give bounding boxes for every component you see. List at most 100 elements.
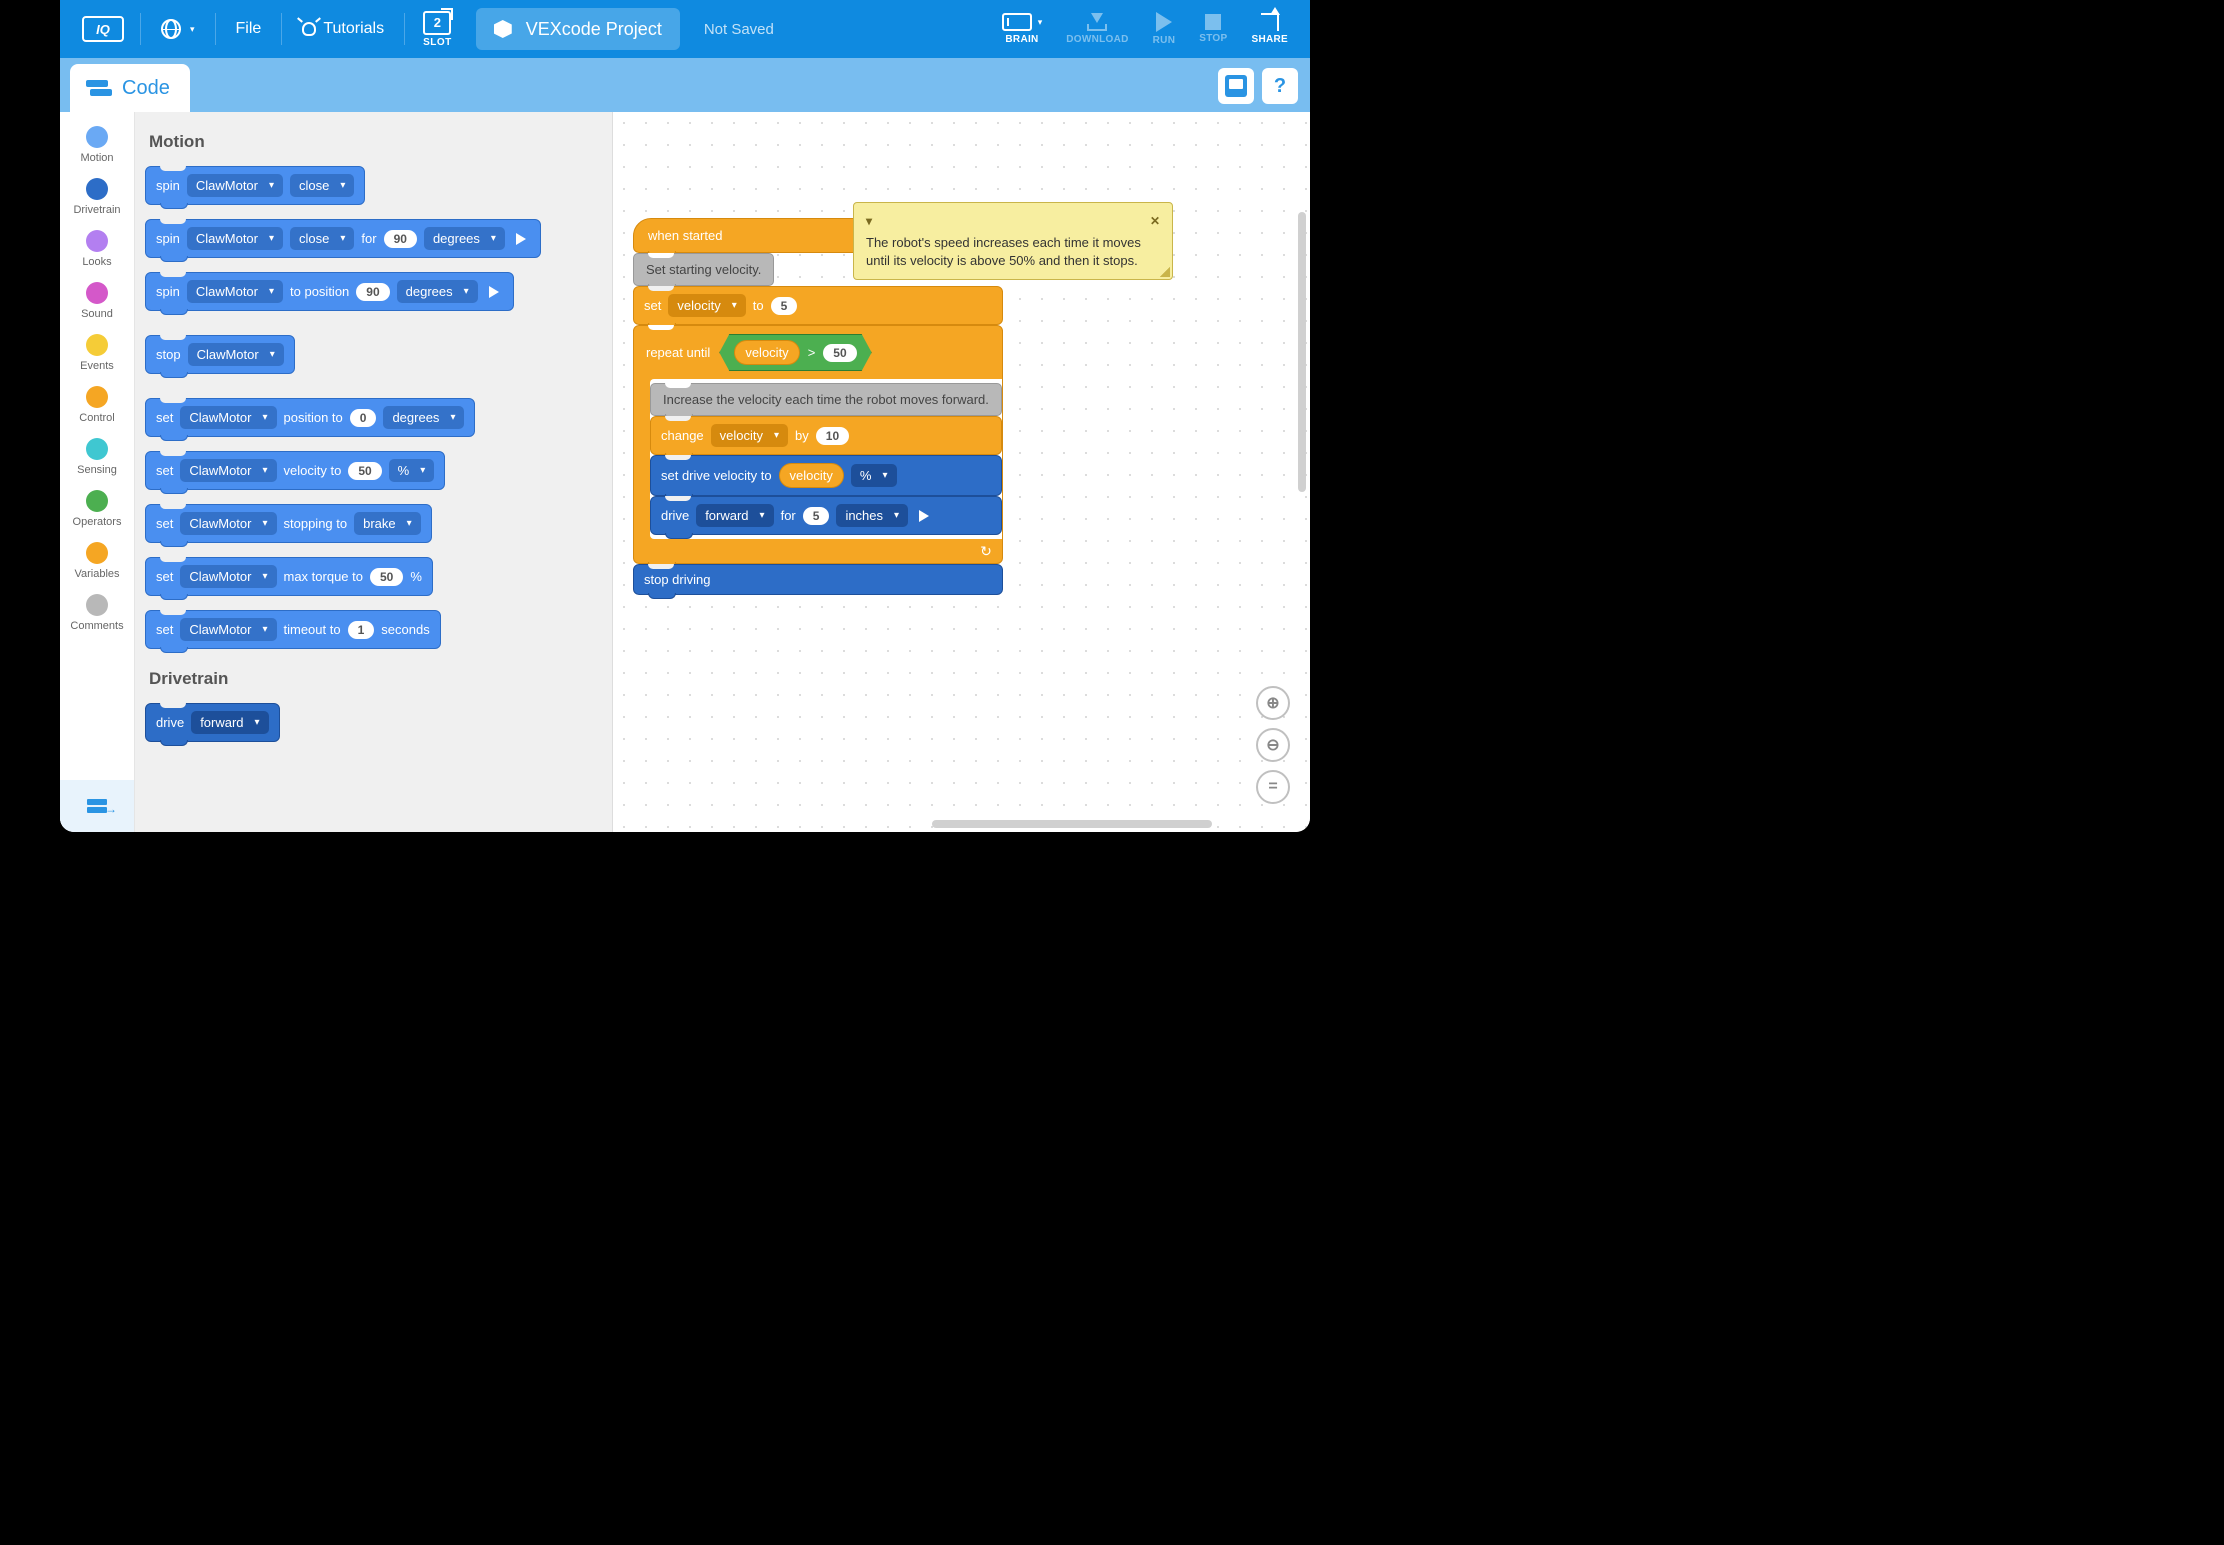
file-menu[interactable]: File [222, 0, 276, 58]
comment-block[interactable]: Increase the velocity each time the robo… [650, 383, 1002, 416]
block-drive-for[interactable]: drive forward for 5 inches [650, 496, 1002, 535]
variable-reporter[interactable]: velocity [734, 340, 799, 365]
separator [215, 13, 216, 45]
dot-icon [86, 230, 108, 252]
variable-dropdown[interactable]: velocity [668, 294, 745, 317]
category-looks[interactable]: Looks [60, 224, 134, 274]
motor-dropdown[interactable]: ClawMotor [187, 227, 283, 250]
download-button[interactable]: DOWNLOAD [1056, 13, 1138, 45]
share-button[interactable]: SHARE [1241, 13, 1298, 45]
block-set-velocity[interactable]: set ClawMotor velocity to 50 % [145, 451, 445, 490]
block-set-drive-velocity[interactable]: set drive velocity to velocity % [650, 455, 1002, 496]
number-input[interactable]: 5 [803, 507, 830, 525]
logo-iq[interactable]: IQ [82, 16, 124, 42]
motor-dropdown[interactable]: ClawMotor [187, 174, 283, 197]
zoom-controls: ⊕ ⊖ = [1256, 686, 1290, 804]
resize-handle[interactable] [1160, 267, 1170, 277]
motor-dropdown[interactable]: ClawMotor [187, 280, 283, 303]
help-button[interactable]: ? [1262, 68, 1298, 104]
block-change-variable[interactable]: change velocity by 10 [650, 416, 1002, 455]
horizontal-scrollbar[interactable] [932, 820, 1212, 828]
devices-button[interactable] [1218, 68, 1254, 104]
unit-dropdown[interactable]: degrees [397, 280, 478, 303]
code-tab[interactable]: Code [70, 64, 190, 112]
note-collapse-button[interactable]: ▾ [866, 213, 872, 229]
comment-note[interactable]: ▾ ✕ The robot's speed increases each tim… [853, 202, 1173, 280]
separator [140, 13, 141, 45]
tutorials-button[interactable]: Tutorials [288, 0, 398, 58]
block-drive[interactable]: drive forward [145, 703, 280, 742]
category-drivetrain[interactable]: Drivetrain [60, 172, 134, 222]
direction-dropdown[interactable]: forward [191, 711, 268, 734]
zoom-in-button[interactable]: ⊕ [1256, 686, 1290, 720]
dot-icon [86, 594, 108, 616]
comment-block[interactable]: Set starting velocity. [633, 253, 774, 286]
number-input[interactable]: 90 [384, 230, 417, 248]
category-events[interactable]: Events [60, 328, 134, 378]
project-name[interactable]: VEXcode Project [476, 8, 680, 50]
switch-view-button[interactable] [60, 780, 134, 832]
block-spin-for[interactable]: spin ClawMotor close for 90 degrees [145, 219, 541, 258]
stop-button[interactable]: STOP [1189, 14, 1237, 44]
block-stop-motor[interactable]: stop ClawMotor [145, 335, 295, 374]
motor-dropdown[interactable]: ClawMotor [180, 459, 276, 482]
number-input[interactable]: 10 [816, 427, 849, 445]
unit-dropdown[interactable]: degrees [383, 406, 464, 429]
run-button[interactable]: RUN [1143, 12, 1186, 46]
category-motion[interactable]: Motion [60, 120, 134, 170]
dot-icon [86, 126, 108, 148]
unit-dropdown[interactable]: % [851, 464, 897, 487]
workspace-canvas[interactable]: when started Set starting velocity. set … [613, 112, 1310, 832]
play-icon [1156, 12, 1172, 32]
number-input[interactable]: 90 [356, 283, 389, 301]
number-input[interactable]: 50 [370, 568, 403, 586]
separator [281, 13, 282, 45]
block-set-position[interactable]: set ClawMotor position to 0 degrees [145, 398, 475, 437]
block-palette[interactable]: Motion spin ClawMotor close spin ClawMot… [135, 112, 613, 832]
block-set-stopping[interactable]: set ClawMotor stopping to brake [145, 504, 432, 543]
number-input[interactable]: 5 [771, 297, 798, 315]
block-spin[interactable]: spin ClawMotor close [145, 166, 365, 205]
category-sound[interactable]: Sound [60, 276, 134, 326]
vertical-scrollbar[interactable] [1298, 212, 1306, 492]
block-set-torque[interactable]: set ClawMotor max torque to 50 % [145, 557, 433, 596]
motor-dropdown[interactable]: ClawMotor [180, 618, 276, 641]
category-variables[interactable]: Variables [60, 536, 134, 586]
unit-dropdown[interactable]: inches [836, 504, 908, 527]
direction-dropdown[interactable]: close [290, 227, 354, 250]
block-stop-driving[interactable]: stop driving [633, 564, 1003, 595]
category-comments[interactable]: Comments [60, 588, 134, 638]
condition-slot[interactable]: velocity > 50 [719, 334, 871, 371]
brain-button[interactable]: ▾ BRAIN [992, 13, 1053, 45]
variable-reporter[interactable]: velocity [779, 463, 844, 488]
category-control[interactable]: Control [60, 380, 134, 430]
motor-dropdown[interactable]: ClawMotor [180, 565, 276, 588]
zoom-out-button[interactable]: ⊖ [1256, 728, 1290, 762]
number-input[interactable]: 50 [348, 462, 381, 480]
category-operators[interactable]: Operators [60, 484, 134, 534]
note-close-button[interactable]: ✕ [1150, 213, 1160, 229]
unit-dropdown[interactable]: % [389, 459, 435, 482]
zoom-reset-button[interactable]: = [1256, 770, 1290, 804]
slot-selector[interactable]: 2 SLOT [411, 11, 464, 48]
motor-dropdown[interactable]: ClawMotor [180, 512, 276, 535]
block-spin-to-position[interactable]: spin ClawMotor to position 90 degrees [145, 272, 514, 311]
unit-dropdown[interactable]: degrees [424, 227, 505, 250]
caret-icon: ▾ [190, 24, 195, 35]
motor-dropdown[interactable]: ClawMotor [188, 343, 284, 366]
motor-dropdown[interactable]: ClawMotor [180, 406, 276, 429]
share-label: SHARE [1251, 34, 1288, 45]
number-input[interactable]: 1 [348, 621, 375, 639]
block-set-timeout[interactable]: set ClawMotor timeout to 1 seconds [145, 610, 441, 649]
block-repeat-until[interactable]: repeat until velocity > 50 Increase the … [633, 325, 1003, 564]
language-button[interactable]: ▾ [147, 0, 209, 58]
variable-dropdown[interactable]: velocity [711, 424, 788, 447]
number-input[interactable]: 0 [350, 409, 377, 427]
mode-dropdown[interactable]: brake [354, 512, 421, 535]
category-sensing[interactable]: Sensing [60, 432, 134, 482]
direction-dropdown[interactable]: close [290, 174, 354, 197]
download-label: DOWNLOAD [1066, 34, 1128, 45]
block-set-variable[interactable]: set velocity to 5 [633, 286, 1003, 325]
direction-dropdown[interactable]: forward [696, 504, 773, 527]
number-input[interactable]: 50 [823, 344, 856, 362]
